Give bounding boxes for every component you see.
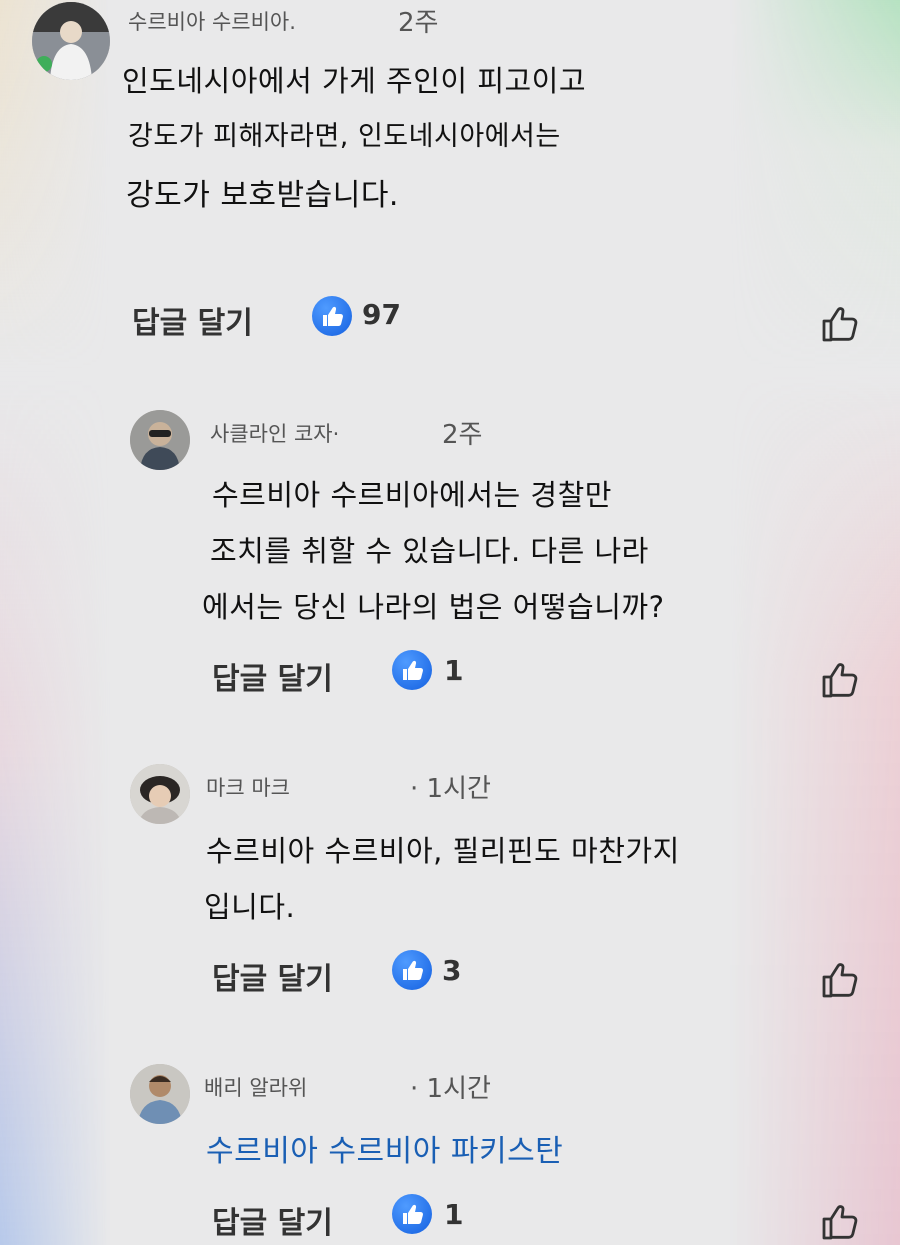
comment-timestamp: 2주 xyxy=(442,420,483,450)
comment-timestamp: · 1시간 xyxy=(410,1074,491,1104)
comment-text-line: 수르비아 수르비아에서는 경찰만 xyxy=(212,478,612,512)
avatar[interactable] xyxy=(130,410,190,470)
thumbs-up-badge-icon xyxy=(312,296,352,336)
comment-timestamp: 2주 xyxy=(398,8,439,38)
comment-text-line: 입니다. xyxy=(204,890,296,924)
comment-text-line: 수르비아 수르비아, 필리핀도 마찬가지 xyxy=(206,834,680,868)
comment-timestamp: · 1시간 xyxy=(410,774,491,804)
reply-button[interactable]: 답글 달기 xyxy=(212,654,333,698)
reply-button[interactable]: 답글 달기 xyxy=(212,954,333,998)
avatar-image xyxy=(130,1064,190,1124)
thumbs-up-badge-icon xyxy=(392,650,432,690)
thumbs-up-outline-icon[interactable] xyxy=(818,958,862,1002)
comment-text-line: 강도가 피해자라면, 인도네시아에서는 xyxy=(128,121,561,152)
comment-text-line[interactable]: 수르비아 수르비아 파키스탄 xyxy=(206,1126,563,1170)
avatar[interactable] xyxy=(130,1064,190,1124)
like-count: 3 xyxy=(442,954,462,987)
comment-author[interactable]: 사클라인 코자· xyxy=(210,418,339,448)
thumbs-up-outline-icon[interactable] xyxy=(818,658,862,702)
like-count: 1 xyxy=(444,654,464,687)
like-count: 1 xyxy=(444,1198,464,1231)
avatar-image xyxy=(130,764,190,824)
like-count: 97 xyxy=(362,298,401,331)
avatar-image xyxy=(32,2,110,80)
avatar[interactable] xyxy=(130,764,190,824)
comment-text-line: 에서는 당신 나라의 법은 어떻습니까? xyxy=(202,590,665,624)
thumbs-up-badge-icon xyxy=(392,950,432,990)
background-glow-left xyxy=(0,0,110,1245)
thumbs-up-outline-icon[interactable] xyxy=(818,302,862,346)
reply-button[interactable]: 답글 달기 xyxy=(212,1198,333,1242)
comment-author[interactable]: 마크 마크 xyxy=(206,772,290,802)
background-glow-right xyxy=(730,0,900,1245)
avatar[interactable] xyxy=(32,2,110,80)
thumbs-up-badge-icon xyxy=(392,1194,432,1234)
avatar-image xyxy=(130,410,190,470)
thumbs-up-outline-icon[interactable] xyxy=(818,1200,862,1244)
comment-text-line: 인도네시아에서 가게 주인이 피고이고 xyxy=(122,64,587,98)
comment-text-line: 강도가 보호받습니다. xyxy=(126,178,399,213)
reply-button[interactable]: 답글 달기 xyxy=(132,298,253,342)
comment-text-line: 조치를 취할 수 있습니다. 다른 나라 xyxy=(210,534,649,568)
comment-author[interactable]: 배리 알라위 xyxy=(204,1072,307,1102)
comment-author[interactable]: 수르비아 수르비아. xyxy=(128,6,296,36)
